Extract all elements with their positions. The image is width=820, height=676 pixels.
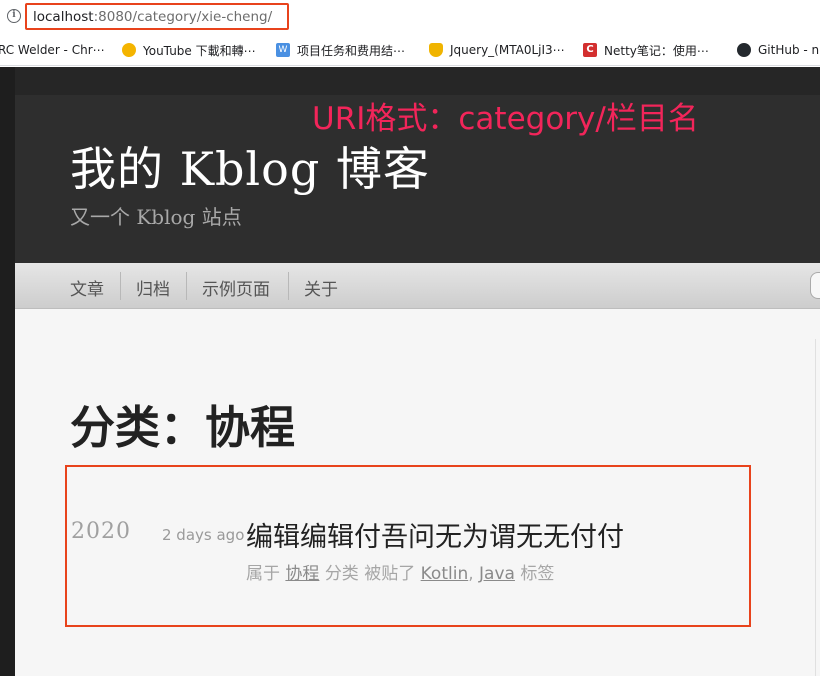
bookmark-jquery[interactable]: Jquery_(MTA0LjI3⋯ (429, 41, 565, 59)
bookmark-label: Jquery_(MTA0LjI3⋯ (450, 43, 565, 57)
main-nav: 文章 归档 示例页面 关于 (15, 263, 820, 309)
tag-separator: , (468, 564, 474, 584)
meta-middle: 分类 被贴了 (324, 564, 416, 584)
post-year: 2020 (71, 519, 131, 544)
nav-divider (186, 272, 187, 300)
left-dark-strip (0, 67, 15, 676)
bookmarks-bar: RC Welder - Chr⋯ YouTube 下載和轉⋯ W 项目任务和费用… (0, 34, 820, 66)
bookmark-netty[interactable]: C Netty笔记：使用⋯ (583, 41, 709, 59)
bookmark-label: YouTube 下載和轉⋯ (143, 43, 256, 58)
bookmark-label: GitHub - nu (758, 43, 820, 57)
github-icon (737, 43, 751, 57)
blog-header: URI格式：category/栏目名 我的 Kblog 博客 又一个 Kblog… (15, 67, 820, 263)
url-host: localhost (33, 9, 94, 25)
meta-prefix: 属于 (246, 564, 280, 584)
page-title: 分类：协程 (70, 401, 296, 454)
bookmark-welder[interactable]: RC Welder - Chr⋯ (0, 41, 105, 59)
trophy-icon (429, 43, 443, 57)
tag-link-java[interactable]: Java (479, 564, 515, 584)
url-field[interactable]: localhost:8080/category/xie-cheng/ (33, 9, 272, 25)
bookmark-project-tasks[interactable]: W 项目任务和费用结⋯ (276, 41, 405, 59)
bookmark-label: Netty笔记：使用⋯ (604, 43, 709, 58)
nav-item-about[interactable]: 关于 (304, 275, 338, 300)
post-meta: 属于 协程 分类 被贴了 Kotlin, Java 标签 (246, 559, 554, 584)
bookmark-youtube-download[interactable]: YouTube 下載和轉⋯ (122, 41, 256, 59)
url-highlight-box[interactable]: localhost:8080/category/xie-cheng/ (25, 3, 289, 30)
category-link[interactable]: 协程 (285, 564, 319, 584)
nav-item-articles[interactable]: 文章 (70, 275, 104, 300)
header-top-bar (15, 67, 820, 95)
sidebar-divider (815, 339, 816, 676)
c-logo-icon: C (583, 43, 597, 57)
uri-format-annotation: URI格式：category/栏目名 (312, 101, 699, 137)
search-input[interactable] (810, 272, 820, 299)
nav-divider (120, 272, 121, 300)
nav-item-archive[interactable]: 归档 (136, 275, 170, 300)
post-highlight-box: 2020 2 days ago 编辑编辑付吾问无为谓无无付付 属于 协程 分类 … (65, 465, 751, 627)
site-title[interactable]: 我的 Kblog 博客 (70, 133, 430, 199)
meta-suffix: 标签 (520, 564, 555, 584)
nav-item-sample-page[interactable]: 示例页面 (202, 275, 270, 300)
doc-w-icon: W (276, 43, 290, 57)
browser-window: i localhost:8080/category/xie-cheng/ RC … (0, 0, 820, 676)
url-path: :8080/category/xie-cheng/ (93, 9, 273, 25)
address-bar: i localhost:8080/category/xie-cheng/ (0, 0, 820, 34)
bookmark-github[interactable]: GitHub - nu (737, 41, 820, 59)
info-icon[interactable]: i (7, 9, 21, 23)
youtube-download-icon (122, 43, 136, 57)
post-relative-date: 2 days ago (162, 526, 245, 544)
bookmark-label: RC Welder - Chr⋯ (0, 43, 105, 57)
bookmark-label: 项目任务和费用结⋯ (297, 43, 406, 58)
main-content: 分类：协程 2020 2 days ago 编辑编辑付吾问无为谓无无付付 属于 … (15, 309, 820, 676)
site-description: 又一个 Kblog 站点 (70, 205, 242, 229)
post-title-link[interactable]: 编辑编辑付吾问无为谓无无付付 (246, 515, 624, 554)
tag-link-kotlin[interactable]: Kotlin (421, 564, 469, 584)
nav-divider (288, 272, 289, 300)
